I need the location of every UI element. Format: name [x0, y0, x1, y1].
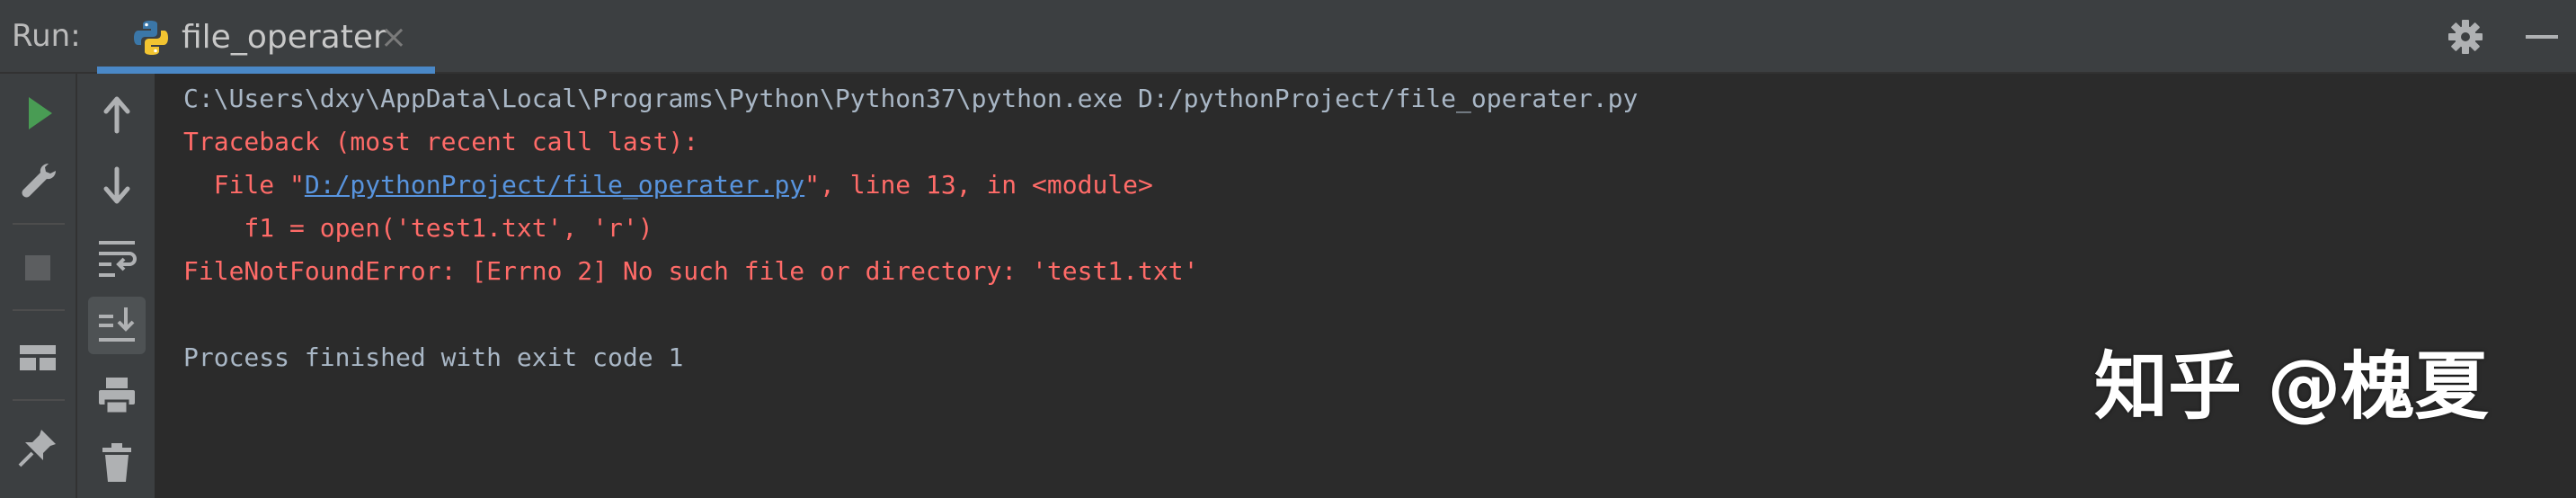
active-tab-indicator: [97, 67, 435, 74]
watermark: 知乎 @槐夏: [2094, 344, 2489, 430]
console-command-line: C:\Users\dxy\AppData\Local\Programs\Pyth…: [183, 84, 1639, 113]
arrow-up-icon: [103, 96, 130, 134]
traceback-header: Traceback (most recent call last):: [183, 127, 699, 156]
traceback-file-prefix: File ": [183, 170, 305, 200]
clear-all-button[interactable]: [88, 433, 146, 491]
print-icon: [99, 378, 135, 415]
run-label: Run:: [12, 18, 81, 54]
gear-icon[interactable]: [2447, 18, 2484, 56]
rerun-button[interactable]: [9, 84, 67, 142]
wrench-icon: [22, 164, 56, 198]
arrow-down-icon: [103, 166, 130, 204]
trash-icon: [102, 443, 131, 482]
tab-title: file_operater: [182, 19, 386, 56]
traceback-file-line: File "D:/pythonProject/file_operater.py"…: [183, 167, 1153, 203]
restore-layout-button[interactable]: [9, 329, 67, 387]
run-toolbar-secondary: [77, 74, 156, 498]
traceback-file-link[interactable]: D:/pythonProject/file_operater.py: [305, 170, 804, 200]
stop-button[interactable]: [9, 239, 67, 297]
separator: [13, 223, 65, 225]
minimize-icon[interactable]: [2522, 18, 2562, 56]
process-exit-line: Process finished with exit code 1: [183, 342, 684, 372]
down-stack-frame-button[interactable]: [88, 156, 146, 214]
scroll-to-end-button[interactable]: [88, 297, 146, 354]
error-message-line: FileNotFoundError: [Errno 2] No such fil…: [183, 256, 1199, 286]
run-icon: [29, 97, 52, 129]
pin-icon: [18, 430, 56, 467]
soft-wrap-button[interactable]: [88, 227, 146, 284]
close-icon[interactable]: ×: [378, 20, 410, 56]
run-toolbar-primary: [0, 74, 77, 498]
pin-tab-button[interactable]: [9, 419, 67, 476]
edit-configuration-button[interactable]: [9, 153, 67, 210]
traceback-code-line: f1 = open('test1.txt', 'r'): [183, 213, 653, 243]
stop-icon: [25, 255, 50, 280]
traceback-file-suffix: ", line 13, in <module>: [804, 170, 1153, 200]
separator: [13, 399, 65, 401]
tab-file-operater[interactable]: file_operater ×: [97, 0, 435, 74]
scroll-to-end-icon: [99, 307, 135, 342]
separator: [13, 309, 65, 311]
run-tool-window-header: Run: file_operater ×: [0, 0, 2576, 74]
python-icon: [131, 18, 171, 58]
layout-icon: [20, 345, 56, 370]
up-stack-frame-button[interactable]: [88, 86, 146, 144]
print-button[interactable]: [88, 367, 146, 424]
soft-wrap-icon: [99, 241, 137, 277]
